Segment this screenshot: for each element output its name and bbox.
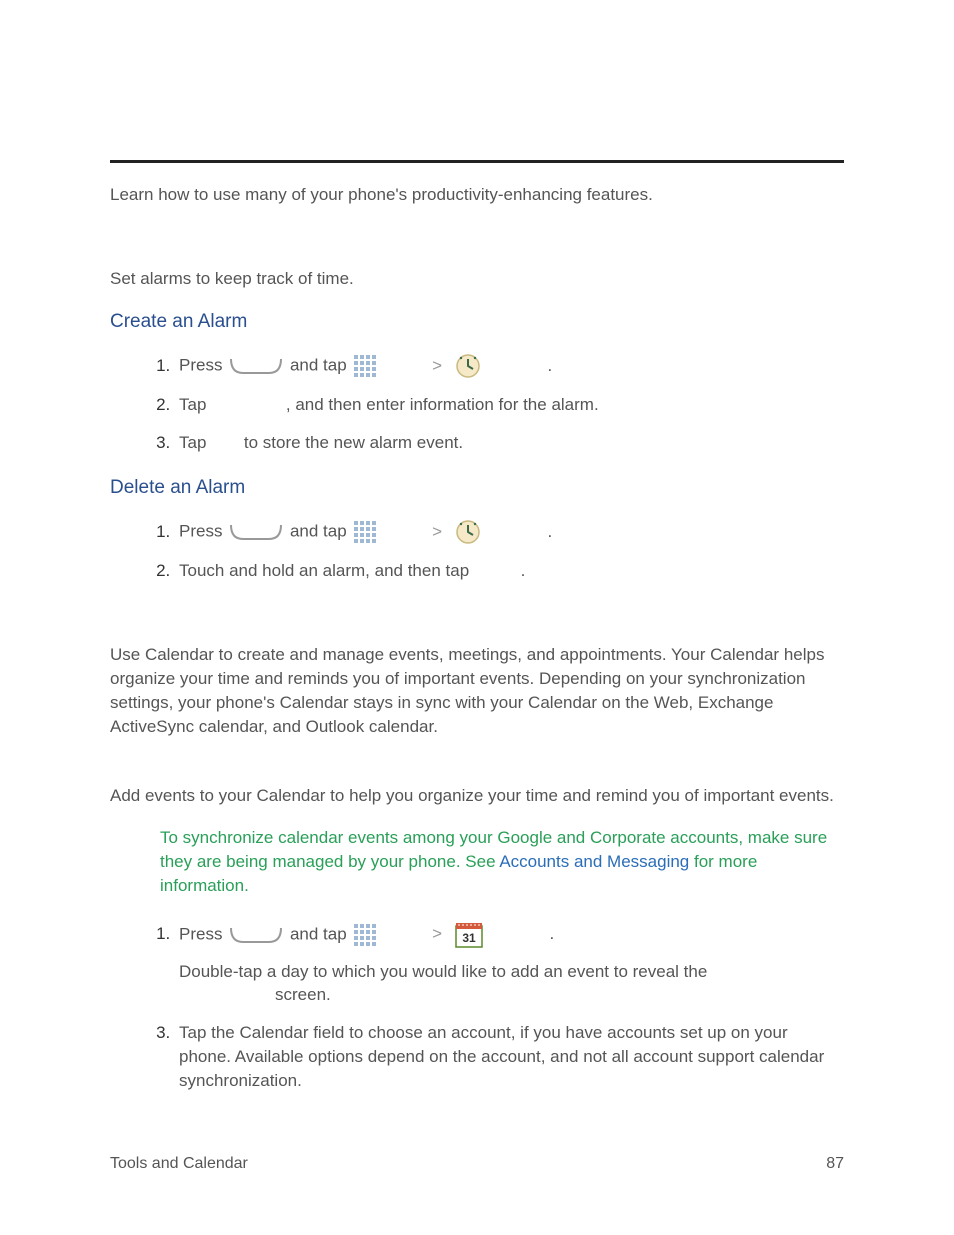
horizontal-rule [110, 160, 844, 163]
document-page: Learn how to use many of your phone's pr… [0, 0, 954, 1235]
step-text: Double-tap a day to which you would like… [179, 962, 707, 981]
footer-section: Tools and Calendar [110, 1153, 248, 1175]
page-footer: Tools and Calendar 87 [110, 1153, 844, 1175]
step-item: Press and tap > [175, 353, 844, 379]
home-button-icon [229, 357, 283, 375]
breadcrumb-separator: > [432, 356, 442, 375]
step-item: Tap , and then enter information for the… [175, 393, 844, 417]
calendar-app-icon: 31 [455, 922, 483, 948]
calendar-desc: Use Calendar to create and manage events… [110, 643, 844, 738]
clock-app-icon [455, 353, 481, 379]
footer-page-number: 87 [826, 1153, 844, 1175]
clock-app-icon [455, 519, 481, 545]
breadcrumb-separator: > [432, 522, 442, 541]
apps-grid-icon [353, 520, 377, 544]
note-link[interactable]: Accounts and Messaging [499, 852, 689, 871]
step-text: to store the new alarm event. [244, 433, 463, 452]
step-text: Press [179, 522, 222, 541]
step-text: Touch and hold an alarm, and then tap [179, 561, 469, 580]
step-text: and tap [290, 356, 347, 375]
home-button-icon [229, 523, 283, 541]
step-text: Press [179, 924, 222, 943]
apps-grid-icon [353, 354, 377, 378]
breadcrumb-separator: > [432, 924, 442, 943]
step-text: , and then enter information for the ala… [286, 395, 599, 414]
delete-alarm-heading: Delete an Alarm [110, 475, 844, 502]
step-text: Tap the Calendar field to choose an acco… [179, 1023, 824, 1090]
home-button-icon [229, 926, 283, 944]
delete-alarm-steps: Press and tap > [110, 519, 844, 583]
sub-step: Double-tap a day to which you would like… [179, 960, 844, 1008]
step-text: and tap [290, 924, 347, 943]
step-text: screen. [275, 985, 331, 1004]
create-alarm-heading: Create an Alarm [110, 309, 844, 336]
intro-text: Learn how to use many of your phone's pr… [110, 183, 844, 207]
step-item: Tap the Calendar field to choose an acco… [175, 1021, 844, 1092]
sync-note: To synchronize calendar events among you… [110, 826, 844, 897]
create-alarm-steps: Press and tap > [110, 353, 844, 455]
add-event-steps: Press and tap > [110, 922, 844, 1093]
step-text: Tap [179, 395, 206, 414]
clock-desc: Set alarms to keep track of time. [110, 267, 844, 291]
step-item: Press and tap > [175, 922, 844, 1008]
period: . [548, 522, 553, 541]
step-item: Press and tap > [175, 519, 844, 545]
step-text: . [521, 561, 526, 580]
step-text: . [550, 924, 555, 943]
step-text: Press [179, 356, 222, 375]
apps-grid-icon [353, 923, 377, 947]
step-item: Tap to store the new alarm event. [175, 431, 844, 455]
svg-text:31: 31 [462, 931, 476, 945]
add-event-desc: Add events to your Calendar to help you … [110, 784, 844, 808]
step-text: Tap [179, 433, 206, 452]
step-text: and tap [290, 522, 347, 541]
period: . [548, 356, 553, 375]
step-item: Touch and hold an alarm, and then tap . [175, 559, 844, 583]
